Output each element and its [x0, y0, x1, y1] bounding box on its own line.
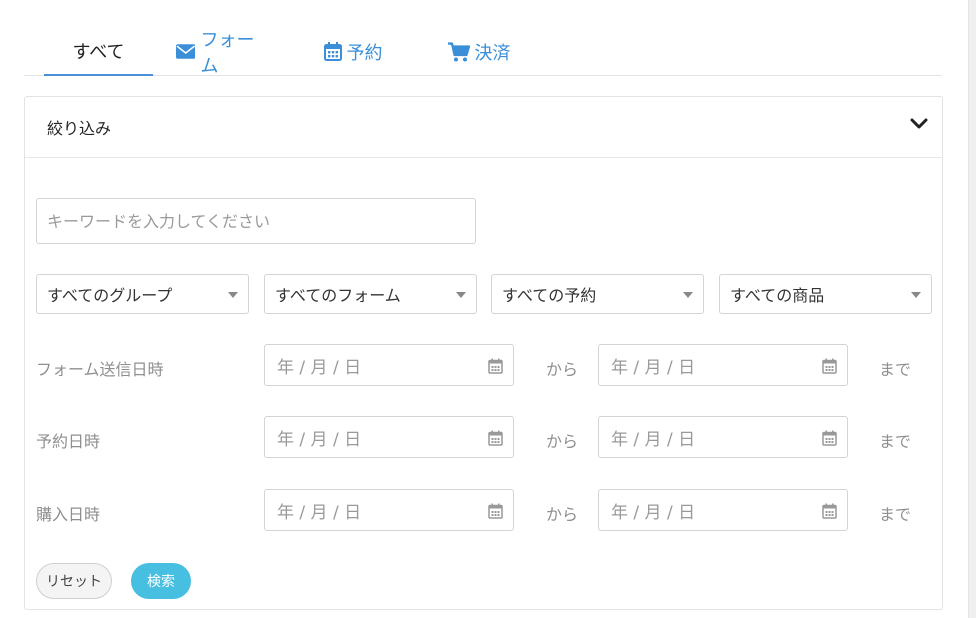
date-placeholder: 年 / 月 / 日 [611, 429, 696, 450]
calendar-icon [323, 42, 342, 61]
reset-button[interactable]: リセット [36, 563, 112, 599]
page-scrollbar[interactable] [968, 0, 976, 618]
calendar-icon[interactable] [822, 503, 837, 519]
tab-reservation[interactable]: 予約 [318, 28, 388, 75]
tab-label: フォーム [200, 29, 255, 77]
from-label: から [546, 505, 579, 524]
from-label: から [546, 360, 579, 379]
caret-down-icon [683, 292, 693, 298]
filter-panel-header[interactable]: 絞り込み [25, 97, 942, 158]
purchase-date-from[interactable]: 年 / 月 / 日 [264, 489, 514, 531]
envelope-icon [176, 44, 196, 59]
tab-payment[interactable]: 決済 [440, 28, 518, 75]
caret-down-icon [456, 292, 466, 298]
to-label: まで [879, 360, 912, 379]
group-select[interactable]: すべてのグループ [36, 274, 249, 314]
calendar-icon[interactable] [822, 430, 837, 446]
search-button[interactable]: 検索 [131, 563, 191, 599]
to-label: まで [879, 505, 912, 524]
date-placeholder: 年 / 月 / 日 [611, 357, 696, 378]
date-placeholder: 年 / 月 / 日 [277, 429, 362, 450]
calendar-icon[interactable] [488, 358, 503, 374]
reservation-date-label: 予約日時 [36, 432, 101, 451]
form-submit-date-from[interactable]: 年 / 月 / 日 [264, 344, 514, 386]
form-select[interactable]: すべてのフォーム [264, 274, 477, 314]
cart-icon [447, 41, 470, 61]
reservation-select[interactable]: すべての予約 [491, 274, 704, 314]
caret-down-icon [911, 292, 921, 298]
calendar-icon[interactable] [488, 503, 503, 519]
select-value: すべてのフォーム [275, 286, 401, 305]
purchase-date-label: 購入日時 [36, 505, 101, 524]
form-submit-date-to[interactable]: 年 / 月 / 日 [598, 344, 848, 386]
tab-bar: すべて フォーム 予約 決済 [24, 28, 942, 77]
chevron-down-icon[interactable] [910, 118, 928, 130]
filter-panel: 絞り込み すべてのグループ すべてのフォーム すべての予約 すべての商品 フォー… [24, 96, 943, 610]
calendar-icon[interactable] [488, 430, 503, 446]
reservation-date-to[interactable]: 年 / 月 / 日 [598, 416, 848, 458]
select-value: すべての商品 [730, 286, 825, 305]
select-value: すべてのグループ [47, 286, 173, 305]
tab-all[interactable]: すべて [44, 28, 153, 76]
filter-title: 絞り込み [47, 119, 112, 138]
purchase-date-to[interactable]: 年 / 月 / 日 [598, 489, 848, 531]
date-placeholder: 年 / 月 / 日 [277, 357, 362, 378]
keyword-input[interactable] [36, 198, 476, 244]
select-value: すべての予約 [502, 286, 597, 305]
date-placeholder: 年 / 月 / 日 [277, 502, 362, 523]
product-select[interactable]: すべての商品 [719, 274, 932, 314]
form-submit-date-label: フォーム送信日時 [36, 360, 164, 379]
tab-form[interactable]: フォーム [176, 28, 270, 77]
date-placeholder: 年 / 月 / 日 [611, 502, 696, 523]
calendar-icon[interactable] [822, 358, 837, 374]
from-label: から [546, 432, 579, 451]
reservation-date-from[interactable]: 年 / 月 / 日 [264, 416, 514, 458]
to-label: まで [879, 432, 912, 451]
caret-down-icon [228, 292, 238, 298]
tab-label: 決済 [474, 42, 511, 64]
tab-label: 予約 [346, 42, 383, 64]
tab-label: すべて [72, 42, 125, 63]
